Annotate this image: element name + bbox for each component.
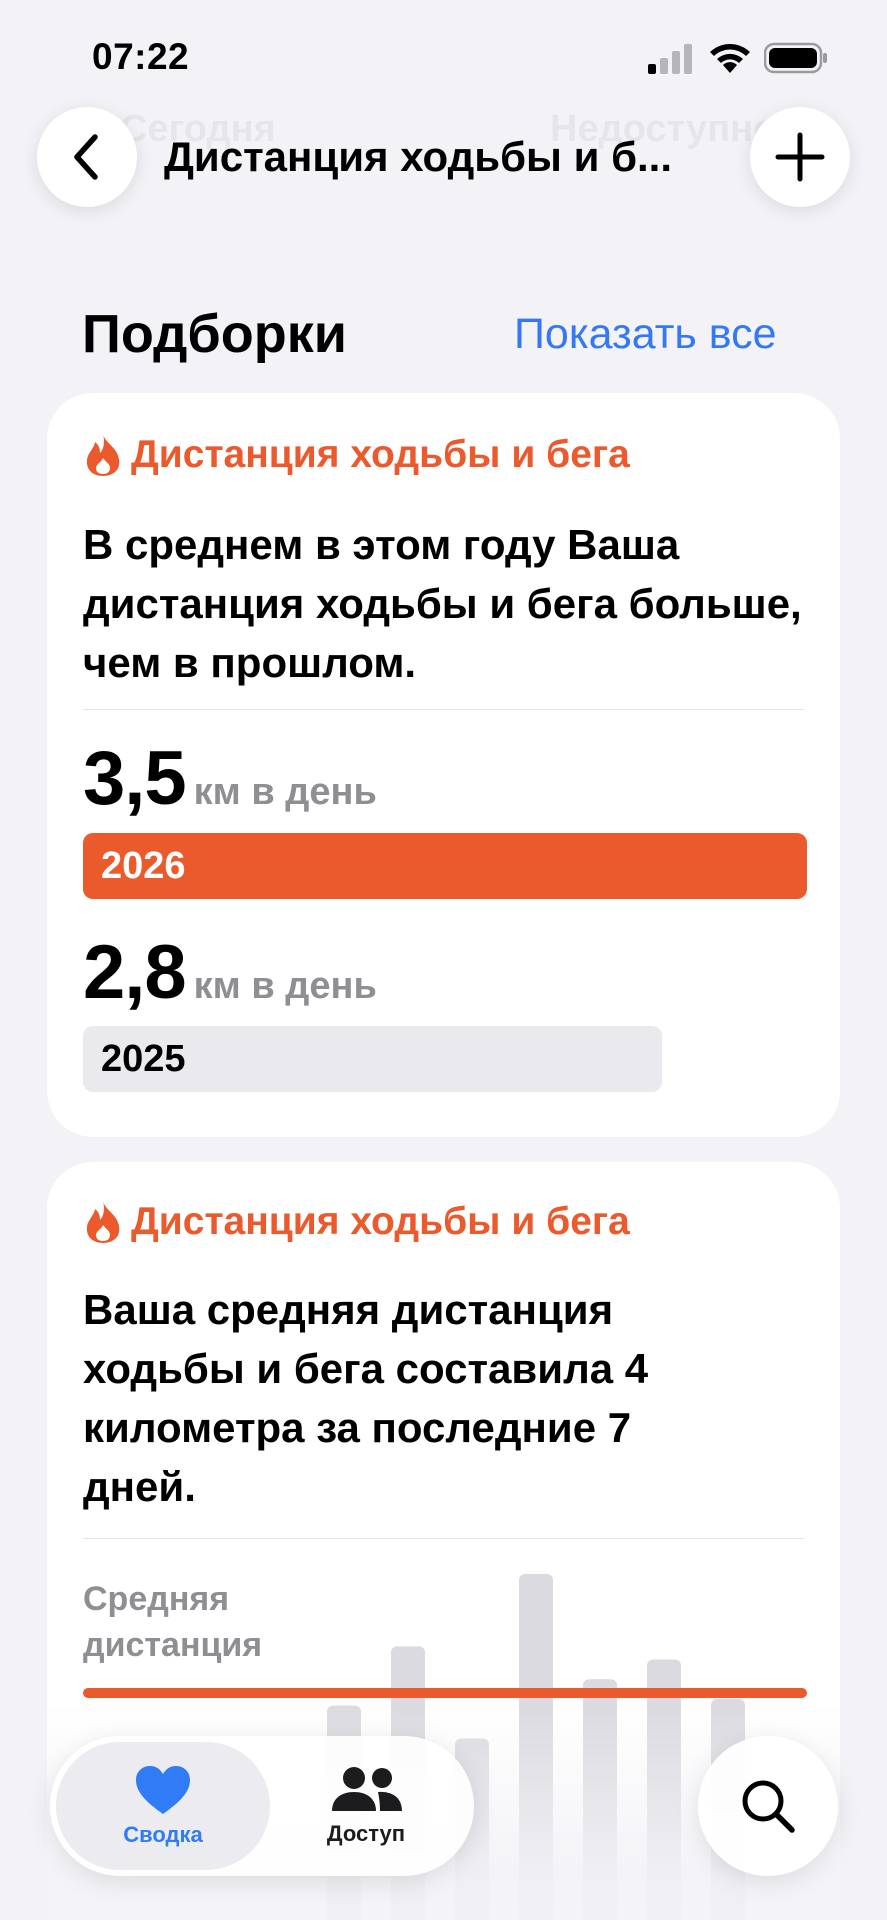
- search-icon: [742, 1780, 795, 1833]
- current-year-label: 2026: [101, 844, 186, 887]
- previous-value: 2,8: [83, 930, 187, 1015]
- card-description: Ваша средняя дистанция ходьбы и бега сос…: [83, 1286, 649, 1510]
- section-title: Подборки: [82, 304, 347, 364]
- average-line: [83, 1688, 807, 1698]
- highlight-card-year-comparison[interactable]: Дистанция ходьбы и бега В среднем в этом…: [47, 393, 840, 1137]
- cellular-signal-icon: [648, 44, 692, 74]
- previous-year-bar: 2025: [83, 1026, 662, 1092]
- status-time: 07:22: [92, 36, 190, 77]
- card-category: Дистанция ходьбы и бега: [131, 1200, 630, 1243]
- flame-icon: [86, 1201, 120, 1243]
- status-bar: 07:22: [0, 0, 887, 110]
- heart-icon: [136, 1766, 190, 1814]
- battery-icon: [764, 42, 827, 74]
- tab-label: Доступ: [326, 1821, 406, 1846]
- people-icon: [332, 1767, 402, 1811]
- tab-summary[interactable]: Сводка: [56, 1742, 270, 1870]
- wifi-icon: [710, 44, 750, 73]
- back-button[interactable]: [37, 107, 137, 207]
- plus-icon: [775, 132, 825, 182]
- card-header: Дистанция ходьбы и бега: [83, 1200, 630, 1244]
- page-title: Дистанция ходьбы и б...: [164, 133, 673, 180]
- current-metric: 3,5 км в день: [83, 735, 377, 822]
- current-unit: км в день: [193, 771, 377, 813]
- chevron-left-icon: [74, 134, 98, 180]
- divider: [83, 709, 804, 710]
- current-year-bar: 2026: [83, 833, 807, 899]
- card-description: В среднем в этом году Ваша дистанция ход…: [83, 521, 802, 686]
- tab-bar: Сводка Доступ: [50, 1736, 474, 1876]
- card-header: Дистанция ходьбы и бега: [83, 433, 630, 477]
- add-button[interactable]: [750, 107, 850, 207]
- tab-sharing[interactable]: Доступ: [264, 1742, 468, 1870]
- show-all-link[interactable]: Показать все: [514, 310, 777, 359]
- previous-year-label: 2025: [101, 1037, 186, 1080]
- current-value: 3,5: [83, 736, 187, 821]
- card-category: Дистанция ходьбы и бега: [131, 433, 630, 476]
- flame-icon: [86, 434, 120, 476]
- divider: [83, 1538, 804, 1539]
- previous-metric: 2,8 км в день: [83, 929, 377, 1016]
- screen: 07:22 Сегодня Недоступно Дистанция ходьб…: [0, 0, 887, 1920]
- search-button[interactable]: [698, 1736, 838, 1876]
- average-label: Средняя дистанция: [83, 1580, 263, 1664]
- previous-unit: км в день: [193, 965, 377, 1007]
- tab-label: Сводка: [123, 1822, 203, 1847]
